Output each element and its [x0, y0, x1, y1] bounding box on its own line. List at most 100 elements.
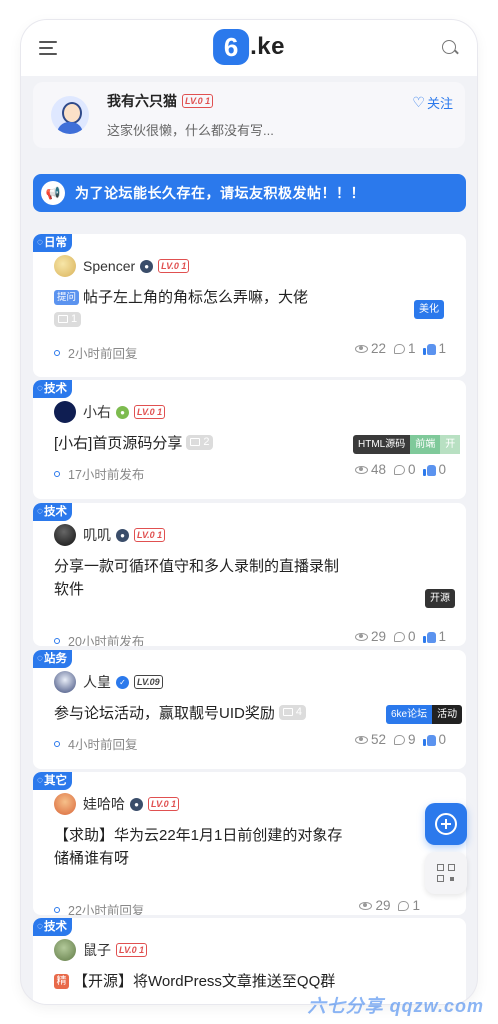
- watermark: 六七分享 qqzw.com: [307, 996, 484, 1016]
- eye-icon: [354, 632, 368, 641]
- post-title[interactable]: 提问 帖子左上角的角标怎么弄嘛，大佬 1: [54, 286, 414, 332]
- post-card[interactable]: ◌ 技术 小右 ● LV.0 1 [小右]首页源码分享 2 HTML源码 前端 开 …: [33, 380, 466, 499]
- create-post-button[interactable]: [425, 803, 467, 845]
- post-card[interactable]: ◌ 站务 人皇 ✓ LV.09 参与论坛活动，赢取靓号UID奖励 4 6ke论坛 活…: [33, 650, 466, 769]
- chat-bubble-icon: ◌: [37, 775, 43, 786]
- post-card[interactable]: ◌ 技术 叽叽 ● LV.0 1 分享一款可循环值守和多人录制的直播录制 软件 开…: [33, 503, 466, 646]
- category-badge[interactable]: ◌ 技术: [33, 380, 72, 398]
- post-title[interactable]: 【求助】华为云22年1月1日前创建的对象存 储桶谁有呀: [54, 824, 342, 870]
- category-label: 技术: [43, 506, 67, 518]
- post-tag[interactable]: 活动: [432, 705, 463, 724]
- category-label: 站务: [43, 653, 67, 665]
- chat-bubble-icon: ◌: [37, 506, 43, 517]
- question-tag: 提问: [54, 290, 80, 305]
- author-name[interactable]: 人皇: [83, 672, 111, 692]
- post-tag[interactable]: 开源: [425, 589, 455, 608]
- comment-count: 0: [407, 462, 416, 477]
- post-tag[interactable]: 前端: [410, 435, 441, 454]
- comment-count: 1: [412, 898, 420, 913]
- comment-icon: [393, 631, 405, 642]
- author-name[interactable]: 娃哈哈: [83, 794, 125, 814]
- category-badge[interactable]: ◌ 日常: [33, 234, 72, 252]
- author-avatar[interactable]: [54, 255, 76, 277]
- like-count: 1: [438, 341, 446, 356]
- post-time: 4小时前回复: [68, 738, 138, 752]
- logo-mark: 6: [213, 29, 250, 65]
- megaphone-icon: 📢: [41, 181, 65, 205]
- author-name[interactable]: 鼠子: [83, 940, 111, 960]
- post-title[interactable]: 参与论坛活动，赢取靓号UID奖励 4: [54, 702, 306, 725]
- comment-icon: [393, 734, 405, 745]
- user-profile-card: 我有六只猫 LV.0 1 这家伙很懒，什么都没有写... ♡ 关注: [33, 82, 465, 148]
- search-icon[interactable]: [441, 39, 459, 57]
- author-name[interactable]: Spencer: [83, 258, 135, 274]
- logo-text: .ke: [250, 33, 285, 60]
- avatar[interactable]: [51, 96, 89, 134]
- post-card[interactable]: ◌ 日常 Spencer ● LV.0 1 提问 帖子左上角的角标怎么弄嘛，大佬 1…: [33, 234, 466, 377]
- thumbs-up-icon[interactable]: [423, 343, 437, 355]
- post-tag[interactable]: HTML源码: [353, 435, 411, 454]
- post-title-line: 【求助】华为云22年1月1日前创建的对象存: [54, 827, 343, 844]
- user-badge-icon: ●: [140, 259, 154, 273]
- author-avatar[interactable]: [54, 524, 76, 546]
- post-tag[interactable]: 6ke论坛: [386, 705, 433, 724]
- verified-icon: ✓: [116, 675, 129, 689]
- post-time: 22小时前回复: [68, 904, 145, 915]
- image-count-value: 4: [295, 705, 302, 718]
- comment-count: 9: [407, 732, 416, 747]
- time-dot-icon: [54, 470, 60, 477]
- post-title[interactable]: [小右]首页源码分享 2: [54, 432, 214, 455]
- post-title-text: 【开源】将WordPress文章推送至QQ群: [73, 973, 336, 990]
- category-badge[interactable]: ◌ 站务: [33, 650, 72, 668]
- eye-icon: [354, 465, 368, 474]
- author-avatar[interactable]: [54, 939, 76, 961]
- menu-icon[interactable]: [39, 37, 57, 59]
- follow-button[interactable]: ♡ 关注: [412, 93, 453, 112]
- announcement-banner[interactable]: 📢 为了论坛能长久存在，请坛友积极发帖！！！: [33, 174, 466, 212]
- category-badge[interactable]: ◌ 技术: [33, 503, 72, 521]
- image-count-value: 2: [203, 435, 210, 448]
- thumbs-up-icon[interactable]: [423, 734, 437, 746]
- thumbs-up-icon[interactable]: [423, 631, 437, 643]
- user-badge-icon: ●: [116, 405, 129, 419]
- heart-icon: ♡: [412, 94, 425, 110]
- category-label: 技术: [43, 383, 67, 395]
- thumbs-up-icon[interactable]: [423, 464, 437, 476]
- follow-label: 关注: [426, 96, 453, 111]
- app-screen: 6 .ke 我有六只猫 LV.0 1 这家伙很懒，什么都没有写... ♡ 关注 …: [21, 20, 477, 1004]
- view-count: 29: [375, 898, 391, 913]
- view-count: 29: [370, 629, 386, 644]
- author-avatar[interactable]: [54, 401, 76, 423]
- image-icon: [190, 438, 201, 446]
- site-logo[interactable]: 6 .ke: [213, 29, 285, 65]
- chat-bubble-icon: ◌: [37, 237, 43, 248]
- time-dot-icon: [54, 637, 60, 644]
- post-title-line: 分享一款可循环值守和多人录制的直播录制: [54, 558, 340, 575]
- post-title-text: [小右]首页源码分享: [54, 435, 183, 452]
- post-card[interactable]: ◌ 其它 娃哈哈 ● LV.0 1 【求助】华为云22年1月1日前创建的对象存 储…: [33, 772, 466, 915]
- category-badge[interactable]: ◌ 其它: [33, 772, 72, 790]
- post-time: 17小时前发布: [68, 468, 145, 482]
- level-badge: LV.0 1: [134, 405, 166, 419]
- post-title[interactable]: 分享一款可循环值守和多人录制的直播录制 软件: [54, 555, 339, 601]
- view-count: 48: [370, 462, 386, 477]
- comment-icon: [398, 900, 410, 911]
- profile-name[interactable]: 我有六只猫: [107, 91, 177, 111]
- post-tag[interactable]: 美化: [414, 300, 444, 319]
- chat-bubble-icon: ◌: [37, 921, 43, 932]
- post-time: 2小时前回复: [68, 347, 138, 361]
- category-badge[interactable]: ◌ 技术: [33, 918, 72, 936]
- post-tag[interactable]: 开: [440, 435, 461, 454]
- eye-icon: [354, 344, 368, 353]
- user-badge-icon: ●: [116, 528, 129, 542]
- post-title[interactable]: 精【开源】将WordPress文章推送至QQ群: [54, 970, 335, 993]
- qr-code-button[interactable]: [425, 852, 467, 894]
- author-name[interactable]: 小右: [83, 402, 111, 422]
- author-avatar[interactable]: [54, 671, 76, 693]
- user-badge-icon: ●: [130, 797, 143, 811]
- level-badge: LV.0 1: [116, 943, 148, 957]
- author-avatar[interactable]: [54, 793, 76, 815]
- level-badge: LV.09: [134, 675, 163, 689]
- author-name[interactable]: 叽叽: [83, 525, 111, 545]
- top-bar: 6 .ke: [21, 20, 477, 76]
